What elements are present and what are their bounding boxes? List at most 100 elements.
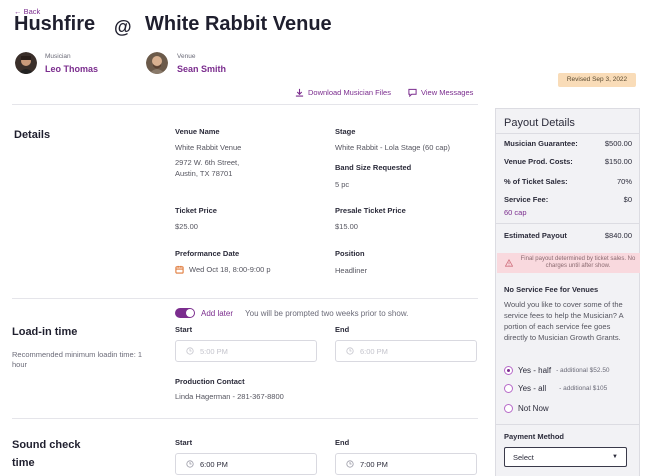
presale-price-label: Presale Ticket Price [335,206,406,215]
payout-row-label: % of Ticket Sales: [504,177,568,186]
production-contact-value: Linda Hagerman - 281-367-8800 [175,392,284,401]
ticket-price-label: Ticket Price [175,206,217,215]
payment-method-label: Payment Method [504,432,565,441]
fee-option-half[interactable]: Yes - half - additional $52.50 [504,366,610,375]
loadin-hint: Recommended minimum loadin time: 1 hour [12,350,143,369]
fee-option-not-now[interactable]: Not Now [504,404,549,413]
add-later-label: Add later [201,308,234,318]
production-contact-label: Production Contact [175,377,245,386]
soundcheck-start-input[interactable]: 6:00 PM [175,453,317,475]
venue-avatar [146,52,168,74]
band-size-value: 5 pc [335,180,350,189]
revised-badge: Revised Sep 3, 2022 [558,73,636,87]
venue-name-value: White Rabbit Venue [175,143,242,152]
performance-date-label: Preformance Date [175,249,240,258]
view-messages-label: View Messages [421,88,474,97]
payout-row-prod-costs: Venue Prod. Costs: $150.00 [504,157,632,166]
view-messages-button[interactable]: View Messages [408,88,473,97]
fee-option-label: Not Now [518,404,549,413]
divider [496,223,639,224]
estimated-payout-value: $840.00 [604,231,632,240]
performance-date-value: Wed Oct 18, 8:00-9:00 p [189,265,271,274]
add-later-toggle[interactable] [175,308,195,318]
fee-option-extra: - additional $52.50 [556,367,610,374]
venue-contact-name[interactable]: Sean Smith [177,64,226,74]
no-fee-title: No Service Fee for Venues [504,285,599,294]
payout-row-ticket-sales: % of Ticket Sales: 70% [504,177,632,186]
cap-note: 60 cap [504,208,527,217]
presale-price-value: $15.00 [335,222,358,231]
download-icon [295,88,304,97]
clock-icon [346,460,354,468]
soundcheck-section-title: Sound check [12,439,81,451]
soundcheck-start-label: Start [175,438,193,447]
clock-icon [186,347,194,355]
loadin-start-input[interactable]: 5:00 PM [175,340,317,362]
payout-row-label: Service Fee: [504,195,549,204]
radio-yes-half[interactable] [504,366,513,375]
payout-warning-text: Final payout determined by ticket sales.… [520,256,636,269]
estimated-payout-label: Estimated Payout [504,231,567,240]
divider [12,104,478,105]
divider [12,418,478,419]
calendar-icon [175,265,184,274]
payout-row-value: $500.00 [604,139,632,148]
soundcheck-end-input[interactable]: 7:00 PM [335,453,477,475]
payout-row-label: Venue Prod. Costs: [504,157,573,166]
venue-title: White Rabbit Venue [145,13,332,35]
warning-icon [505,259,513,267]
band-size-label: Band Size Requested [335,163,412,172]
loadin-end-label: End [335,325,350,334]
payout-row-guarantee: Musician Guarantee: $500.00 [504,139,632,148]
venue-role: Venue [177,53,196,60]
dropdown-arrow-icon: ▼ [612,454,618,460]
radio-yes-all[interactable] [504,384,513,393]
musician-role: Musician [45,53,71,60]
clock-icon [186,460,194,468]
payout-row-service-fee: Service Fee: $0 [504,195,632,204]
soundcheck-end-value: 7:00 PM [360,459,388,469]
radio-not-now[interactable] [504,404,513,413]
musician-title: Hushfire [14,13,96,35]
loadin-end-input[interactable]: 6:00 PM [335,340,477,362]
loadin-start-placeholder: 5:00 PM [200,346,228,356]
divider [496,133,639,134]
payout-row-label: Musician Guarantee: [504,139,578,148]
payout-warning: Final payout determined by ticket sales.… [497,253,640,273]
performance-date: Wed Oct 18, 8:00-9:00 p [175,264,271,275]
venue-address-line2: Austin, TX 78701 [175,169,233,178]
venue-name-label: Venue Name [175,127,220,136]
ticket-price-value: $25.00 [175,222,198,231]
fee-option-label: Yes - all [518,384,547,393]
musician-avatar [15,52,37,74]
fee-option-extra: - additional $105 [559,385,608,392]
stage-label: Stage [335,127,356,136]
payout-row-value: $0 [623,195,632,204]
loadin-start-label: Start [175,325,193,334]
estimated-payout-row: Estimated Payout $840.00 [504,231,632,240]
loadin-section-title: Load-in time [12,326,78,338]
payout-title: Payout Details [504,117,575,129]
position-value: Headliner [335,266,368,275]
at-symbol: @ [114,17,132,37]
divider [496,424,639,425]
payment-method-select[interactable]: Select ▼ [504,447,627,467]
loadin-end-placeholder: 6:00 PM [360,346,388,356]
add-later-note: You will be prompted two weeks prior to … [245,308,409,318]
musician-name[interactable]: Leo Thomas [45,64,98,74]
soundcheck-end-label: End [335,438,350,447]
payout-row-value: 70% [616,177,632,186]
add-later-toggle-row: Add later You will be prompted two weeks… [175,308,408,318]
divider [12,298,478,299]
no-fee-description: Would you like to cover some of the serv… [504,300,624,342]
position-label: Position [335,249,365,258]
payout-row-value: $150.00 [604,157,632,166]
soundcheck-start-value: 6:00 PM [200,459,228,469]
message-icon [408,88,417,97]
download-musician-files-button[interactable]: Download Musician Files [295,88,391,97]
payment-method-value: Select [513,452,534,462]
stage-value: White Rabbit - Lola Stage (60 cap) [335,143,451,152]
venue-address-line1: 2972 W. 6th Street, [175,158,240,167]
soundcheck-section-title-line2: time [12,457,35,469]
fee-option-all[interactable]: Yes - all - additional $105 [504,384,607,393]
